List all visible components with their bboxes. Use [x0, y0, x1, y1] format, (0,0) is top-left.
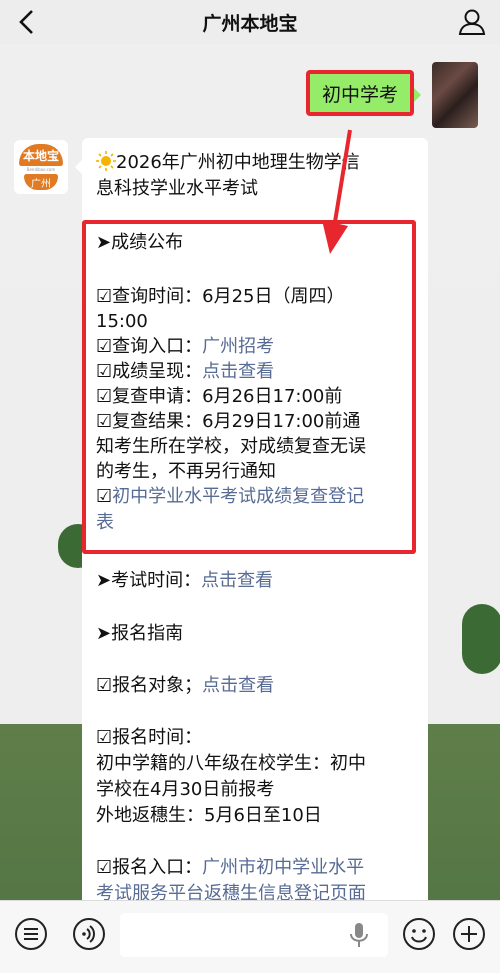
register-entry-link[interactable]: 广州市初中学业水平 [202, 857, 364, 878]
register-time-deadline: 学校在4月30日前报考 [96, 779, 275, 800]
sent-message-text: 初中学考 [321, 83, 398, 106]
list-icon[interactable] [14, 917, 48, 951]
register-time: ☑报名时间： [96, 727, 203, 748]
recheck-result-line3: 的考生，不再另行通知 [96, 461, 276, 482]
chat-title: 广州本地宝 [202, 12, 298, 35]
recheck-result: ☑复查结果：6月29日17:00前通 [96, 411, 361, 432]
recheck-form-link[interactable]: 初中学业水平考试成绩复查登记 [112, 486, 364, 507]
recheck-apply: ☑复查申请：6月26日17:00前 [96, 386, 343, 407]
score-view: ☑成绩呈现：点击查看 [96, 361, 275, 382]
background-shape [462, 604, 500, 674]
query-time-hour: 15:00 [96, 311, 148, 332]
section-register: ➤报名指南 [96, 623, 184, 644]
register-entry-line2: 考试服务平台返穗生信息登记页面 [96, 881, 366, 900]
user-avatar[interactable] [432, 62, 478, 128]
logo-url: Bendibao.com [26, 167, 56, 172]
query-time: ☑查询时间：6月25日（周四） [96, 286, 345, 307]
register-time-students: 初中学籍的八年级在校学生：初中 [96, 753, 366, 774]
section-scores: ➤成绩公布 [96, 232, 184, 253]
received-bubble-tail [75, 160, 82, 174]
register-entry: ☑报名入口：广州市初中学业水平 [96, 857, 365, 878]
message-title-line2: 息科技学业水平考试 [96, 178, 258, 199]
exam-time: ➤考试时间：点击查看 [96, 570, 274, 591]
register-target-link[interactable]: 点击查看 [202, 675, 274, 696]
query-entry-link[interactable]: 广州招考 [202, 336, 274, 357]
voice-icon[interactable] [72, 917, 106, 951]
input-bar [0, 900, 500, 973]
arrow-down-icon [322, 129, 352, 254]
recheck-form: ☑初中学业水平考试成绩复查登记 [96, 486, 365, 507]
chat-area[interactable]: 初中学考 本地宝 Bendibao.com 广州 2026年广州初中地理生物学信… [0, 44, 500, 900]
chevron-left-icon[interactable] [14, 8, 40, 36]
chat-header: 广州本地宝 [0, 0, 500, 44]
logo-text: 本地宝 [19, 144, 63, 166]
register-target: ☑报名对象；点击查看 [96, 675, 275, 696]
score-view-link[interactable]: 点击查看 [202, 361, 274, 382]
exam-time-link[interactable]: 点击查看 [201, 570, 273, 591]
mic-icon[interactable] [346, 921, 372, 949]
bot-avatar[interactable]: 本地宝 Bendibao.com 广州 [14, 140, 68, 194]
sun-icon [96, 151, 116, 171]
register-entry-link-end[interactable]: 考试服务平台返穗生信息登记页面 [96, 883, 366, 900]
recheck-form-link-end[interactable]: 表 [96, 512, 114, 533]
recheck-result-line2: 知考生所在学校，对成绩复查无误 [96, 436, 366, 457]
sent-message-bubble[interactable]: 初中学考 [306, 70, 414, 116]
person-icon[interactable] [458, 8, 486, 36]
sent-bubble-tail [414, 88, 421, 102]
recheck-form-line2: 表 [96, 510, 114, 536]
register-time-returnees: 外地返穗生：5月6日至10日 [96, 805, 322, 826]
logo-city: 广州 [24, 174, 58, 190]
query-entry: ☑查询入口：广州招考 [96, 336, 275, 357]
plus-icon[interactable] [452, 917, 486, 951]
emoji-icon[interactable] [402, 917, 436, 951]
